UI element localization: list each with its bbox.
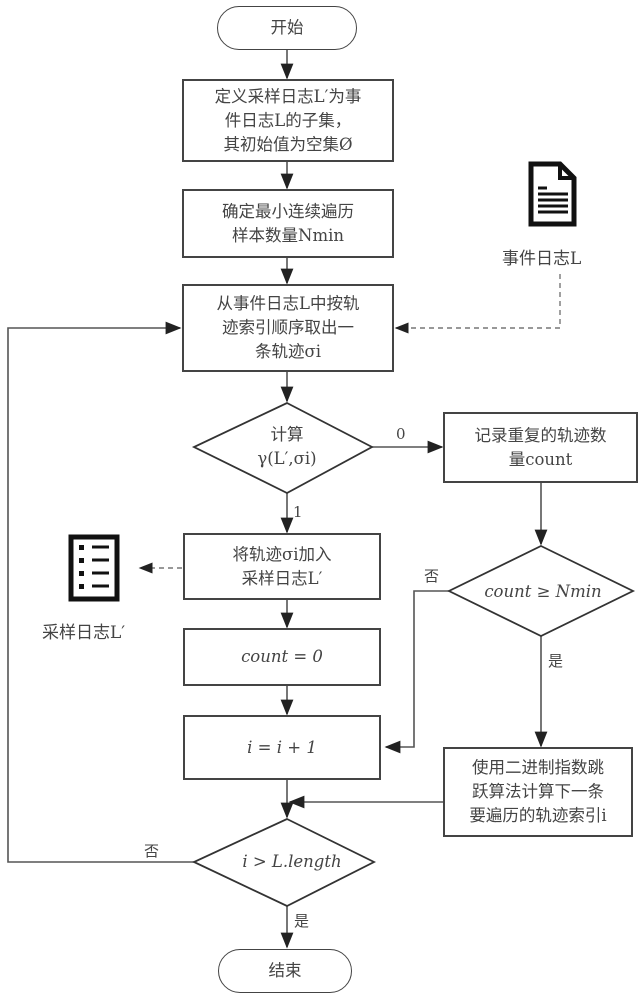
event-log-label: 事件日志L	[502, 249, 582, 269]
label-count-yes: 是	[548, 652, 564, 670]
increment-i-step: i = i + 1	[183, 715, 381, 780]
binary-jump-step: 使用二进制指数跳 跃算法计算下一条 要遍历的轨迹索引i	[443, 747, 633, 837]
label-gamma-zero: 0	[396, 425, 406, 443]
start-terminal: 开始	[217, 6, 357, 50]
count-check-text: count ≥ Nmin	[484, 582, 602, 601]
take-trace-step: 从事件日志L中按轨 迹索引顺序取出一 条轨迹σi	[182, 284, 394, 372]
end-terminal: 结束	[218, 949, 352, 993]
label-count-no: 否	[424, 567, 440, 585]
reset-count-step: count = 0	[183, 628, 381, 686]
label-gamma-one: 1	[293, 503, 303, 521]
sample-log-label: 采样日志L′	[42, 623, 126, 643]
label-length-no: 否	[144, 842, 160, 860]
define-sample-log-step: 定义采样日志L′为事 件日志L的子集， 其初始值为空集Ø	[182, 79, 394, 162]
compute-gamma-text: 计算 γ(L′,σi)	[257, 425, 317, 468]
event-log-icon	[528, 161, 577, 227]
sample-log-icon	[68, 534, 120, 602]
edge-check-no	[384, 590, 449, 754]
length-check-text: i > L.length	[242, 852, 342, 871]
add-trace-step: 将轨迹σi加入 采样日志L′	[183, 533, 381, 600]
record-repeat-step: 记录重复的轨迹数 量count	[443, 412, 638, 483]
edge-eventlog-take	[394, 274, 561, 334]
determine-nmin-step: 确定最小连续遍历 样本数量Nmin	[182, 189, 394, 258]
label-length-yes: 是	[294, 912, 310, 930]
